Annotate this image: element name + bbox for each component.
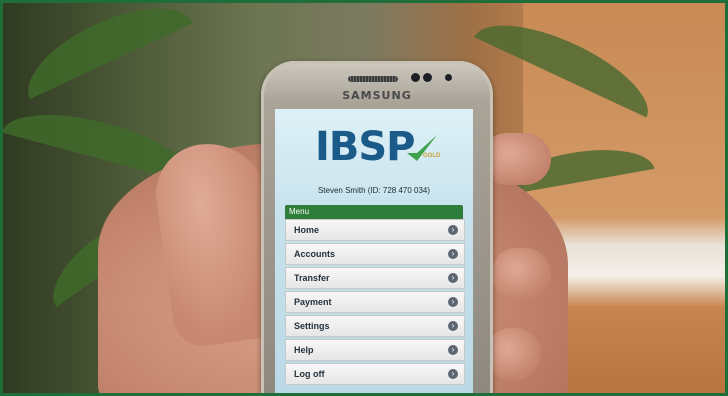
- chevron-right-icon: ›: [448, 321, 458, 331]
- front-camera-icon: [411, 73, 420, 82]
- front-camera-icon: [423, 73, 432, 82]
- chevron-right-icon: ›: [448, 297, 458, 307]
- earpiece-speaker: [348, 76, 398, 82]
- menu-item-label: Payment: [294, 297, 332, 307]
- menu-item-label: Accounts: [294, 249, 336, 259]
- menu-item-label: Transfer: [294, 273, 330, 283]
- menu-header: Menu: [285, 205, 463, 219]
- menu-item-label: Help: [294, 345, 314, 355]
- menu-item-label: Log off: [294, 369, 325, 379]
- photo-frame: SAMSUNG IBSP GOLD Steven Smith (ID: 728 …: [3, 3, 725, 393]
- logo-text: IBSP: [315, 124, 415, 170]
- logo-check-icon: [407, 135, 437, 161]
- menu-item-transfer[interactable]: Transfer ›: [285, 267, 465, 289]
- menu-item-log-off[interactable]: Log off ›: [285, 363, 465, 385]
- finger: [491, 248, 551, 300]
- chevron-right-icon: ›: [448, 273, 458, 283]
- menu-item-payment[interactable]: Payment ›: [285, 291, 465, 313]
- main-menu: Home › Accounts › Transfer › Payment › S…: [285, 219, 465, 387]
- chevron-right-icon: ›: [448, 249, 458, 259]
- menu-item-accounts[interactable]: Accounts ›: [285, 243, 465, 265]
- menu-item-label: Home: [294, 225, 320, 235]
- user-id-line: Steven Smith (ID: 728 470 034): [317, 186, 431, 195]
- chevron-right-icon: ›: [448, 225, 458, 235]
- app-logo: IBSP GOLD: [315, 123, 445, 177]
- menu-item-home[interactable]: Home ›: [285, 219, 465, 241]
- logo-badge: GOLD: [423, 153, 441, 159]
- chevron-right-icon: ›: [448, 369, 458, 379]
- menu-item-settings[interactable]: Settings ›: [285, 315, 465, 337]
- chevron-right-icon: ›: [448, 345, 458, 355]
- smartphone: SAMSUNG IBSP GOLD Steven Smith (ID: 728 …: [261, 61, 493, 393]
- menu-item-help[interactable]: Help ›: [285, 339, 465, 361]
- plant-leaf: [12, 3, 194, 100]
- finger: [485, 328, 541, 380]
- menu-item-label: Settings: [294, 321, 330, 331]
- phone-brand: SAMSUNG: [342, 89, 412, 102]
- app-screen: IBSP GOLD Steven Smith (ID: 728 470 034)…: [275, 109, 473, 393]
- sensor-icon: [445, 74, 452, 81]
